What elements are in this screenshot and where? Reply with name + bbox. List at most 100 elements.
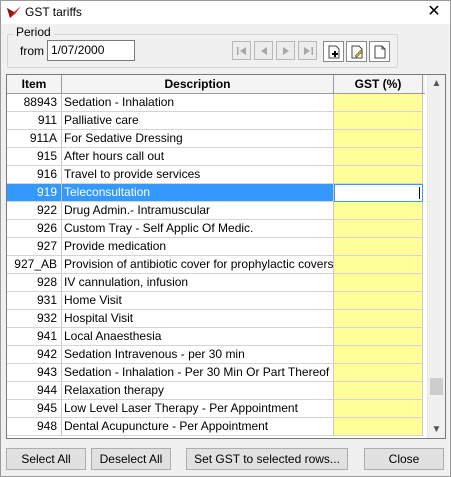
edit-record-button[interactable] [346,41,367,62]
gst-cell[interactable] [334,112,423,130]
gst-cell[interactable] [334,130,423,148]
last-record-button[interactable] [298,41,317,60]
description-cell[interactable]: For Sedative Dressing [62,130,334,148]
item-cell[interactable]: 941 [7,328,62,346]
item-cell[interactable]: 88943 [7,94,62,112]
close-window-icon[interactable]: ✕ [424,2,444,22]
table-row[interactable]: 926 Custom Tray - Self Applic Of Medic. [7,220,425,238]
close-button[interactable]: Close [364,448,444,470]
table-row[interactable]: 916 Travel to provide services [7,166,425,184]
gst-cell[interactable] [334,166,423,184]
item-cell[interactable]: 922 [7,202,62,220]
gst-cell[interactable] [334,310,423,328]
description-cell[interactable]: Palliative care [62,112,334,130]
description-cell[interactable]: Low Level Laser Therapy - Per Appointmen… [62,400,334,418]
gst-tariffs-grid[interactable]: Item Description GST (%) 88943 Sedation -… [6,74,446,439]
column-header-item[interactable]: Item [7,75,62,93]
item-cell[interactable]: 919 [7,184,62,202]
gst-cell[interactable] [334,418,423,436]
item-cell[interactable]: 948 [7,418,62,436]
table-row[interactable]: 948 Dental Acupuncture - Per Appointment [7,418,425,436]
item-cell[interactable]: 927 [7,238,62,256]
table-row[interactable]: 88943 Sedation - Inhalation [7,94,425,112]
gst-cell[interactable] [334,274,423,292]
add-record-button[interactable] [323,41,344,62]
table-row[interactable]: 927 Provide medication [7,238,425,256]
table-row[interactable]: 942 Sedation Intravenous - per 30 min [7,346,425,364]
description-cell[interactable]: Teleconsultation [62,184,334,202]
gst-cell[interactable] [334,184,423,202]
edit-document-icon [351,45,363,59]
description-cell[interactable]: Sedation Intravenous - per 30 min [62,346,334,364]
gst-cell[interactable] [334,382,423,400]
scroll-up-icon[interactable]: ▲ [428,75,445,92]
next-record-button[interactable] [276,41,295,60]
grid-header: Item Description GST (%) [7,75,425,94]
description-cell[interactable]: Drug Admin.- Intramuscular [62,202,334,220]
table-row[interactable]: 922 Drug Admin.- Intramuscular [7,202,425,220]
item-cell[interactable]: 927_AB [7,256,62,274]
column-header-description[interactable]: Description [62,75,334,93]
delete-record-button[interactable] [369,41,390,62]
item-cell[interactable]: 916 [7,166,62,184]
description-cell[interactable]: Home Visit [62,292,334,310]
gst-cell[interactable] [334,148,423,166]
item-cell[interactable]: 945 [7,400,62,418]
item-cell[interactable]: 931 [7,292,62,310]
gst-cell[interactable] [334,364,423,382]
from-date-field[interactable]: 1/07/2000 [47,40,135,61]
table-row[interactable]: 941 Local Anaesthesia [7,328,425,346]
deselect-all-button[interactable]: Deselect All [91,448,171,470]
item-cell[interactable]: 911 [7,112,62,130]
description-cell[interactable]: Travel to provide services [62,166,334,184]
gst-cell[interactable] [334,238,423,256]
gst-cell[interactable] [334,292,423,310]
gst-cell[interactable] [334,202,423,220]
item-cell[interactable]: 942 [7,346,62,364]
item-cell[interactable]: 926 [7,220,62,238]
gst-cell[interactable] [334,256,423,274]
description-cell[interactable]: Custom Tray - Self Applic Of Medic. [62,220,334,238]
first-record-button[interactable] [232,41,251,60]
table-row[interactable]: 927_AB Provision of antibiotic cover for … [7,256,425,274]
scroll-thumb[interactable] [430,378,443,395]
description-cell[interactable]: Local Anaesthesia [62,328,334,346]
description-cell[interactable]: Provide medication [62,238,334,256]
table-row[interactable]: 919 Teleconsultation [7,184,425,202]
description-cell[interactable]: Sedation - Inhalation - Per 30 Min Or Pa… [62,364,334,382]
select-all-button[interactable]: Select All [6,448,86,470]
table-row[interactable]: 932 Hospital Visit [7,310,425,328]
table-row[interactable]: 915 After hours call out [7,148,425,166]
description-cell[interactable]: IV cannulation, infusion [62,274,334,292]
item-cell[interactable]: 932 [7,310,62,328]
description-cell[interactable]: Sedation - Inhalation [62,94,334,112]
item-cell[interactable]: 915 [7,148,62,166]
gst-cell[interactable] [334,220,423,238]
table-row[interactable]: 928 IV cannulation, infusion [7,274,425,292]
item-cell[interactable]: 928 [7,274,62,292]
gst-cell[interactable] [334,400,423,418]
item-cell[interactable]: 911A [7,130,62,148]
set-gst-button[interactable]: Set GST to selected rows... [186,448,348,470]
gst-cell[interactable] [334,346,423,364]
description-cell[interactable]: Relaxation therapy [62,382,334,400]
description-cell[interactable]: Provision of antibiotic cover for prophy… [62,256,334,274]
table-row[interactable]: 911A For Sedative Dressing [7,130,425,148]
description-cell[interactable]: Hospital Visit [62,310,334,328]
table-row[interactable]: 943 Sedation - Inhalation - Per 30 Min Or… [7,364,425,382]
table-row[interactable]: 945 Low Level Laser Therapy - Per Appoint… [7,400,425,418]
item-cell[interactable]: 944 [7,382,62,400]
column-header-gst[interactable]: GST (%) [334,75,423,93]
vertical-scrollbar[interactable]: ▲ ▼ [427,75,445,438]
previous-record-button[interactable] [254,41,273,60]
item-cell[interactable]: 943 [7,364,62,382]
gst-cell[interactable] [334,94,423,112]
gst-cell[interactable] [334,328,423,346]
table-row[interactable]: 931 Home Visit [7,292,425,310]
description-cell[interactable]: After hours call out [62,148,334,166]
table-row[interactable]: 944 Relaxation therapy [7,382,425,400]
scroll-down-icon[interactable]: ▼ [428,421,445,438]
chevron-right-icon [283,47,289,55]
table-row[interactable]: 911 Palliative care [7,112,425,130]
description-cell[interactable]: Dental Acupuncture - Per Appointment [62,418,334,436]
